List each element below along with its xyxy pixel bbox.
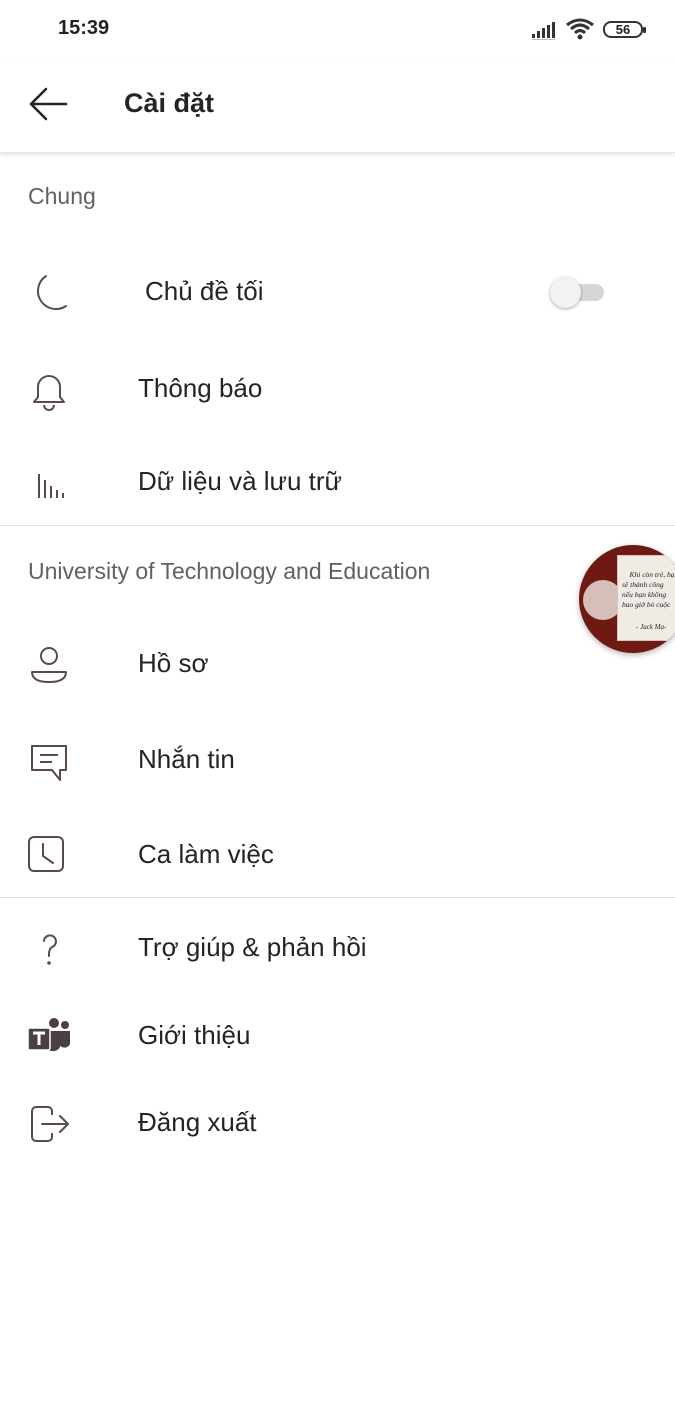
settings-item-signout[interactable]: Đăng xuất	[0, 1081, 675, 1161]
chat-icon	[31, 745, 67, 781]
clock-icon	[28, 836, 64, 872]
sign-out-icon	[31, 1106, 69, 1142]
battery-indicator: 56	[603, 21, 646, 38]
dark-theme-label: Chủ đề tối	[145, 276, 264, 306]
messaging-label: Nhắn tin	[138, 744, 235, 774]
shifts-label: Ca làm việc	[138, 839, 274, 869]
dark-theme-toggle[interactable]	[550, 277, 604, 308]
settings-item-messaging[interactable]: Nhắn tin	[0, 718, 675, 798]
bar-chart-icon	[38, 474, 64, 498]
profile-label: Hồ sơ	[138, 648, 209, 678]
notifications-label: Thông báo	[138, 373, 263, 403]
section-header-org: University of Technology and Education	[28, 558, 431, 584]
section-divider	[0, 525, 675, 526]
signout-label: Đăng xuất	[138, 1107, 257, 1137]
wifi-icon	[566, 18, 594, 40]
data-storage-label: Dữ liệu và lưu trữ	[138, 466, 342, 496]
moon-icon	[37, 275, 67, 311]
about-label: Giới thiệu	[138, 1020, 251, 1050]
help-label: Trợ giúp & phản hồi	[138, 932, 367, 962]
settings-item-profile[interactable]: Hồ sơ	[0, 622, 675, 702]
settings-item-shifts[interactable]: Ca làm việc	[0, 813, 675, 893]
signal-icon	[532, 22, 555, 40]
app-header: Cài đặt	[0, 60, 675, 153]
bubble-quote: Khi còn trẻ, bạn sẽ thành công nếu bạn k…	[622, 570, 675, 609]
settings-item-dark-theme[interactable]: Chủ đề tối	[0, 250, 675, 330]
arrow-left-icon[interactable]	[26, 82, 70, 126]
question-icon	[43, 934, 57, 965]
page-title: Cài đặt	[124, 88, 215, 118]
settings-item-notifications[interactable]: Thông báo	[0, 347, 675, 427]
status-bar: 15:39 56	[0, 0, 675, 60]
person-icon	[31, 647, 67, 683]
bell-icon	[33, 375, 65, 411]
bubble-author: - Jack Ma-	[636, 623, 667, 631]
section-divider	[0, 897, 675, 898]
bubble-quote-card: Khi còn trẻ, bạn sẽ thành công nếu bạn k…	[617, 555, 675, 641]
settings-item-about[interactable]: Giới thiệu	[0, 994, 675, 1074]
settings-item-data-storage[interactable]: Dữ liệu và lưu trữ	[0, 440, 675, 520]
section-header-general: Chung	[28, 183, 96, 209]
toggle-thumb	[550, 277, 581, 308]
settings-item-help[interactable]: Trợ giúp & phản hồi	[0, 906, 675, 986]
status-time: 15:39	[58, 17, 110, 39]
teams-logo-icon	[27, 1018, 70, 1052]
